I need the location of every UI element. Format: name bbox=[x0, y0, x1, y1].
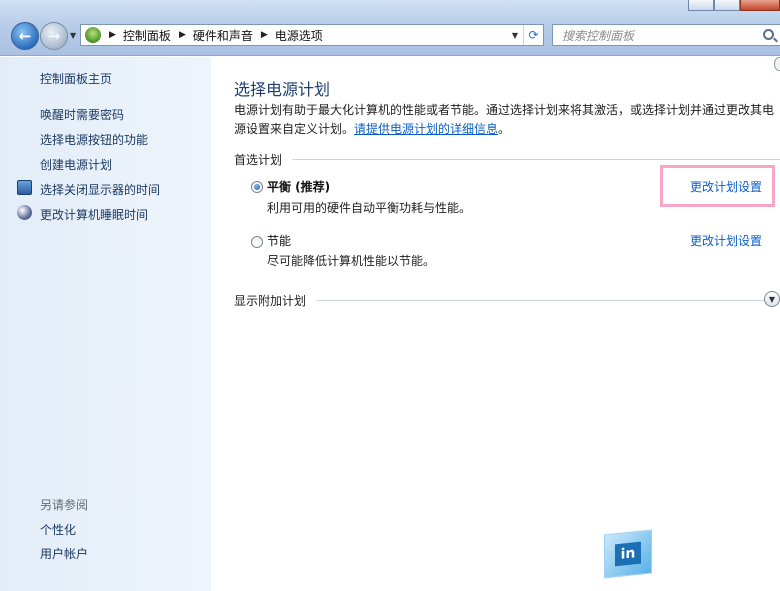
search-icon[interactable] bbox=[763, 29, 774, 40]
sidebar: 控制面板主页 唤醒时需要密码 选择电源按钮的功能 创建电源计划 选择关闭显示器的… bbox=[0, 57, 211, 591]
chevron-right-icon[interactable]: ▶ bbox=[261, 30, 268, 40]
address-dropdown-icon[interactable]: ▼ bbox=[507, 31, 523, 40]
highlight-box bbox=[660, 165, 775, 207]
close-button[interactable] bbox=[740, 0, 780, 11]
logo-text: in bbox=[615, 541, 641, 567]
sidebar-item-display-off[interactable]: 选择关闭显示器的时间 bbox=[40, 181, 160, 198]
recent-pages-dropdown-icon[interactable]: ▼ bbox=[70, 31, 76, 40]
balanced-plan-radio[interactable] bbox=[251, 181, 263, 193]
power-saver-plan-radio[interactable] bbox=[251, 236, 263, 248]
sidebar-item-personalization[interactable]: 个性化 bbox=[40, 521, 76, 538]
preferred-plans-label: 首选计划 bbox=[234, 153, 283, 167]
forward-arrow-icon: → bbox=[47, 27, 61, 45]
window-controls bbox=[688, 0, 780, 11]
minimize-button[interactable] bbox=[688, 0, 714, 11]
sidebar-item-create-plan[interactable]: 创建电源计划 bbox=[40, 156, 112, 173]
power-saver-plan-name[interactable]: 节能 bbox=[267, 232, 291, 249]
chevron-right-icon[interactable]: ▶ bbox=[179, 30, 186, 40]
additional-plans-heading[interactable]: 显示附加计划 bbox=[234, 292, 764, 309]
search-input[interactable]: 搜索控制面板 bbox=[552, 24, 780, 46]
shield-monitor-icon bbox=[17, 180, 32, 195]
refresh-icon[interactable]: ⟳ bbox=[523, 25, 543, 45]
see-also-heading: 另请参阅 bbox=[40, 498, 89, 512]
title-bar: ← → ▼ ▶ 控制面板 ▶ 硬件和声音 ▶ 电源选项 ▼ ⟳ 搜索控制面板 bbox=[0, 0, 780, 56]
sidebar-item-user-accounts[interactable]: 用户帐户 bbox=[40, 545, 88, 562]
power-saver-change-settings-link[interactable]: 更改计划设置 bbox=[690, 232, 762, 249]
forward-button[interactable]: → bbox=[40, 22, 68, 50]
plan-details-link[interactable]: 请提供电源计划的详细信息 bbox=[354, 122, 498, 136]
balanced-plan-description: 利用可用的硬件自动平衡功耗与性能。 bbox=[267, 201, 472, 215]
sidebar-item-sleep-time[interactable]: 更改计算机睡眠时间 bbox=[40, 206, 148, 223]
address-bar[interactable]: ▶ 控制面板 ▶ 硬件和声音 ▶ 电源选项 ▼ ⟳ bbox=[80, 24, 544, 46]
sidebar-home-link[interactable]: 控制面板主页 bbox=[40, 70, 112, 87]
page-description: 电源计划有助于最大化计算机的性能或者节能。通过选择计划来将其激活，或选择计划并通… bbox=[234, 101, 779, 139]
additional-plans-label[interactable]: 显示附加计划 bbox=[234, 292, 306, 309]
back-arrow-icon: ← bbox=[18, 27, 32, 45]
back-button[interactable]: ← bbox=[11, 22, 39, 50]
section-divider bbox=[316, 300, 764, 301]
breadcrumb-power-options[interactable]: 电源选项 bbox=[275, 27, 323, 44]
chevron-down-icon[interactable]: ▼ bbox=[764, 291, 780, 307]
sidebar-item-power-buttons[interactable]: 选择电源按钮的功能 bbox=[40, 131, 148, 148]
chevron-right-icon[interactable]: ▶ bbox=[109, 30, 116, 40]
search-placeholder: 搜索控制面板 bbox=[562, 28, 635, 43]
linkedin-logo: in bbox=[604, 529, 652, 579]
main-content: 选择电源计划 电源计划有助于最大化计算机的性能或者节能。通过选择计划来将其激活，… bbox=[211, 57, 780, 591]
description-end: 。 bbox=[498, 122, 511, 136]
breadcrumb-control-panel[interactable]: 控制面板 bbox=[123, 27, 171, 44]
moon-icon bbox=[17, 205, 32, 220]
sidebar-item-wake-password[interactable]: 唤醒时需要密码 bbox=[40, 106, 124, 123]
balanced-plan-name[interactable]: 平衡 (推荐) bbox=[267, 178, 330, 195]
breadcrumb-hardware-sound[interactable]: 硬件和声音 bbox=[193, 27, 253, 44]
page-title: 选择电源计划 bbox=[234, 80, 331, 99]
maximize-button[interactable] bbox=[714, 0, 740, 11]
control-panel-icon bbox=[85, 27, 101, 43]
section-divider bbox=[292, 159, 780, 160]
power-saver-plan-description: 尽可能降低计算机性能以节能。 bbox=[267, 254, 436, 268]
scrollbar-arrow[interactable] bbox=[774, 57, 780, 71]
